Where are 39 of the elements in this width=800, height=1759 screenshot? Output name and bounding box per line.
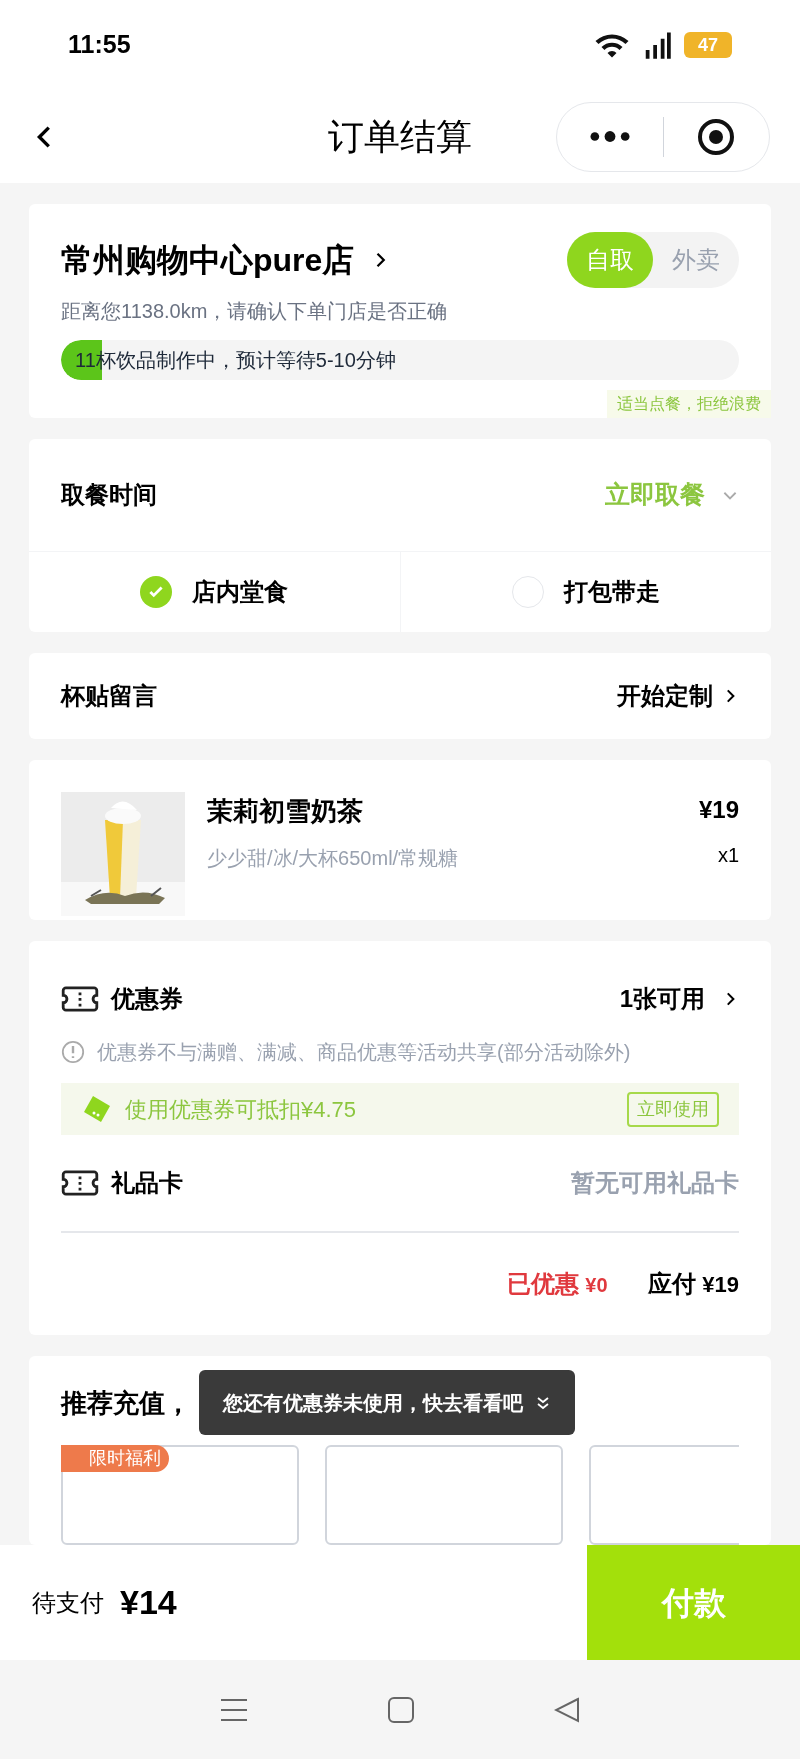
ticket-icon bbox=[61, 1169, 99, 1197]
menu-icon[interactable] bbox=[220, 1697, 248, 1722]
info-icon bbox=[61, 1040, 85, 1064]
page-title: 订单结算 bbox=[328, 114, 472, 159]
dining-option[interactable]: 店内堂食 bbox=[29, 552, 400, 632]
product-quantity: x1 bbox=[717, 842, 739, 868]
target-icon bbox=[696, 116, 737, 157]
limited-offer-badge: 限时福利 bbox=[61, 1445, 169, 1472]
coupon-icon bbox=[81, 1093, 113, 1125]
coupon-label: 优惠券 bbox=[111, 984, 183, 1014]
coupon-reminder-tooltip[interactable]: 您还有优惠券未使用，快去看看吧 bbox=[199, 1370, 575, 1435]
coupon-promo-text: 使用优惠券可抵扣¥4.75 bbox=[125, 1095, 357, 1124]
product-specs: 少少甜/冰/大杯650ml/常规糖 bbox=[207, 845, 460, 871]
battery-icon: 47 bbox=[684, 32, 732, 58]
notice-tag: 适当点餐，拒绝浪费 bbox=[607, 390, 771, 418]
sticker-label: 杯贴留言 bbox=[61, 680, 157, 711]
recharge-title: 推荐充值， bbox=[61, 1388, 191, 1418]
pending-amount: ¥14 bbox=[120, 1582, 177, 1623]
product-name: 茉莉初雪奶茶 bbox=[207, 794, 364, 828]
gift-card-status: 暂无可用礼品卡 bbox=[571, 1168, 739, 1198]
home-icon[interactable] bbox=[388, 1696, 414, 1723]
customize-link[interactable]: 开始定制 bbox=[617, 677, 739, 714]
more-icon bbox=[587, 130, 632, 143]
ticket-icon bbox=[61, 985, 99, 1013]
double-chevron-down-icon bbox=[535, 1394, 551, 1411]
wifi-icon bbox=[594, 31, 630, 59]
product-price: ¥19 bbox=[698, 794, 739, 825]
dining-option[interactable]: 打包带走 bbox=[399, 552, 771, 632]
discount-amount: 已优惠 ¥0 bbox=[506, 1269, 608, 1299]
status-time: 11:55 bbox=[68, 29, 131, 61]
distance-text: 距离您1138.0km，请确认下单门店是否正确 bbox=[60, 299, 449, 324]
pending-label: 待支付 bbox=[32, 1587, 104, 1618]
store-name-link[interactable]: 常州购物中心pure店 bbox=[61, 236, 391, 284]
back-icon[interactable] bbox=[554, 1696, 580, 1723]
coupon-note: 优惠券不与满赠、满减、商品优惠等活动共享(部分活动除外) bbox=[97, 1040, 631, 1065]
gift-card-label: 礼品卡 bbox=[111, 1168, 183, 1198]
pickup-time-label: 取餐时间 bbox=[61, 480, 157, 510]
coupon-select[interactable]: 1张可用 bbox=[619, 981, 739, 1017]
payable-amount: 应付 ¥19 bbox=[647, 1269, 739, 1299]
